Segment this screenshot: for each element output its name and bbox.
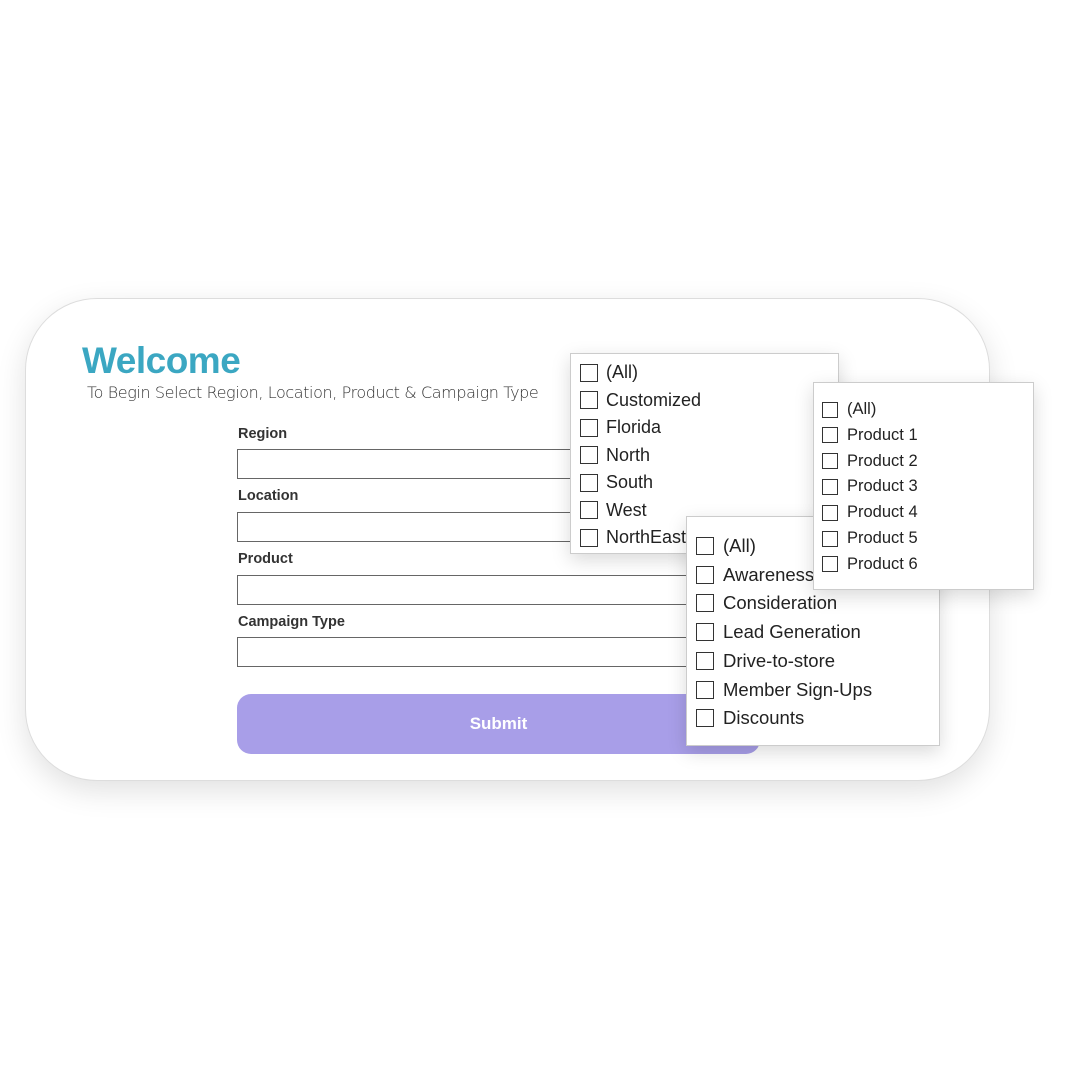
checkbox-icon[interactable] xyxy=(696,594,714,613)
checkbox-icon[interactable] xyxy=(822,401,838,418)
product-option[interactable]: Product 6 xyxy=(822,555,918,574)
option-label: Drive-to-store xyxy=(723,649,836,671)
region-option[interactable]: NorthEast xyxy=(580,527,686,548)
submit-button[interactable]: Submit xyxy=(237,694,760,754)
option-label: Awareness xyxy=(723,563,815,585)
option-label: Lead Generation xyxy=(723,621,861,643)
region-option[interactable]: Customized xyxy=(580,390,701,411)
checkbox-icon[interactable] xyxy=(580,473,598,492)
option-label: Discounts xyxy=(723,707,805,729)
region-option[interactable]: West xyxy=(580,500,647,521)
page-subtitle: To Begin Select Region, Location, Produc… xyxy=(87,383,539,402)
checkbox-icon[interactable] xyxy=(580,528,598,547)
checkbox-icon[interactable] xyxy=(580,446,598,464)
product-label: Product xyxy=(238,551,293,567)
option-label: Product 1 xyxy=(847,425,918,444)
checkbox-icon[interactable] xyxy=(580,363,598,382)
campaign-option[interactable]: Discounts xyxy=(696,707,804,729)
region-label: Region xyxy=(238,426,288,442)
region-option[interactable]: North xyxy=(580,445,650,466)
option-label: Customized xyxy=(606,389,702,410)
option-label: North xyxy=(606,444,651,465)
page-title: Welcome xyxy=(82,340,241,381)
checkbox-icon[interactable] xyxy=(696,651,714,670)
region-option[interactable]: (All) xyxy=(580,362,638,383)
location-label: Location xyxy=(238,488,299,504)
checkbox-icon[interactable] xyxy=(580,391,598,409)
region-option[interactable]: South xyxy=(580,472,653,493)
product-option[interactable]: (All) xyxy=(822,400,876,419)
option-label: Consideration xyxy=(723,592,838,614)
checkbox-icon[interactable] xyxy=(580,418,598,437)
checkbox-icon[interactable] xyxy=(696,623,714,642)
campaign-option[interactable]: Drive-to-store xyxy=(696,650,835,672)
checkbox-icon[interactable] xyxy=(822,556,838,573)
option-label: West xyxy=(606,499,647,520)
checkbox-icon[interactable] xyxy=(822,504,838,521)
product-option[interactable]: Product 2 xyxy=(822,452,918,471)
checkbox-icon[interactable] xyxy=(696,680,714,699)
product-option[interactable]: Product 3 xyxy=(822,477,918,496)
checkbox-icon[interactable] xyxy=(822,453,838,470)
product-option[interactable]: Product 5 xyxy=(822,529,918,548)
campaign-option[interactable]: Member Sign-Ups xyxy=(696,679,872,701)
option-label: (All) xyxy=(723,535,756,556)
checkbox-icon[interactable] xyxy=(822,530,838,547)
checkbox-icon[interactable] xyxy=(696,565,714,584)
checkbox-icon[interactable] xyxy=(822,427,838,444)
option-label: Product 2 xyxy=(847,451,918,470)
checkbox-icon[interactable] xyxy=(696,537,714,555)
campaign-option[interactable]: (All) xyxy=(696,535,756,557)
product-dropdown: (All) Product 1 Product 2 Product 3 Product … xyxy=(813,382,1034,590)
option-label: South xyxy=(606,472,654,492)
product-option[interactable]: Product 1 xyxy=(822,426,918,445)
checkbox-icon[interactable] xyxy=(822,478,838,495)
option-label: Florida xyxy=(606,417,662,437)
option-label: (All) xyxy=(606,362,638,382)
option-label: NorthEast xyxy=(606,527,687,547)
checkbox-icon[interactable] xyxy=(580,501,598,519)
campaign-type-input[interactable] xyxy=(237,637,760,667)
option-label: Product 4 xyxy=(847,503,918,522)
option-label: (All) xyxy=(847,400,877,418)
campaign-option[interactable]: Consideration xyxy=(696,592,837,614)
option-label: Product 6 xyxy=(847,554,918,573)
product-option[interactable]: Product 4 xyxy=(822,503,918,522)
product-input[interactable] xyxy=(237,575,760,605)
option-label: Member Sign-Ups xyxy=(723,678,873,700)
checkbox-icon[interactable] xyxy=(696,709,714,728)
campaign-option[interactable]: Lead Generation xyxy=(696,621,861,643)
option-label: Product 3 xyxy=(847,477,918,496)
region-option[interactable]: Florida xyxy=(580,417,661,438)
campaign-option[interactable]: Awareness xyxy=(696,564,814,586)
option-label: Product 5 xyxy=(847,529,918,547)
campaign-type-label: Campaign Type xyxy=(238,614,345,630)
